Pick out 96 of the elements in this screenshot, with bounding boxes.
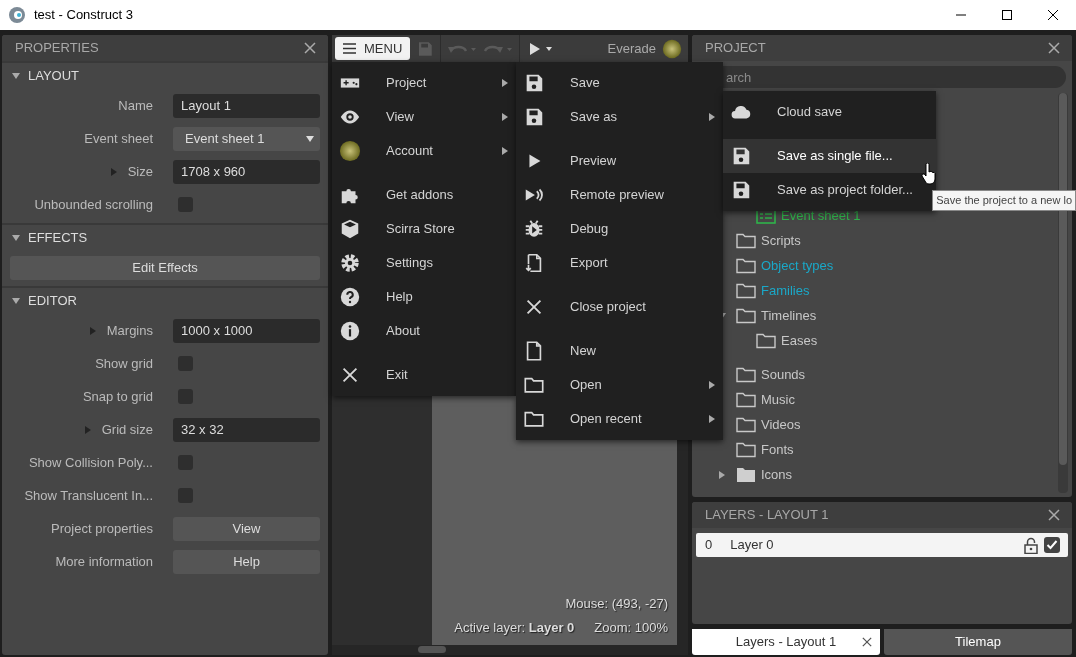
submenu-arrow-icon xyxy=(502,79,508,87)
menu-item[interactable]: Preview xyxy=(516,144,723,178)
menu-item[interactable]: Save as single file... xyxy=(723,139,936,173)
property-label: More information xyxy=(55,552,153,571)
submenu-arrow-icon xyxy=(709,381,715,389)
menu-item[interactable]: Account xyxy=(332,134,516,168)
collapse-arrow-icon[interactable] xyxy=(12,297,20,305)
menu-button[interactable]: MENU xyxy=(335,37,411,60)
dropdown[interactable]: Event sheet 1 xyxy=(173,126,320,151)
maximize-icon[interactable] xyxy=(1001,9,1013,21)
property-label: Project properties xyxy=(51,519,153,538)
checkbox[interactable] xyxy=(178,356,193,371)
submenu-arrow-icon xyxy=(709,113,715,121)
folder-icon xyxy=(736,282,756,299)
panel-title: PROPERTIES xyxy=(15,39,99,58)
collapse-arrow-icon[interactable] xyxy=(12,234,20,242)
checkbox[interactable] xyxy=(178,389,193,404)
property-label: Show grid xyxy=(95,354,153,373)
layer-name: Layer 0 xyxy=(730,536,775,555)
menu-item[interactable]: Get addons xyxy=(332,178,516,212)
bug-icon xyxy=(523,218,545,240)
mouse-position: Mouse: (493, -27) xyxy=(565,595,668,613)
tree-item[interactable]: Icons xyxy=(692,462,793,487)
property-label: Show Translucent In... xyxy=(24,486,153,505)
tab[interactable]: Layers - Layout 1 xyxy=(692,629,880,655)
submenu-arrow-icon xyxy=(502,147,508,155)
active-layer-label: Active layer: Layer 0 xyxy=(454,618,575,637)
close-icon[interactable] xyxy=(1047,9,1059,21)
property-label: Show Collision Poly... xyxy=(28,453,153,472)
expand-arrow-icon[interactable] xyxy=(718,470,726,479)
folder-icon xyxy=(736,466,756,483)
help-icon xyxy=(339,286,361,308)
checkbox[interactable] xyxy=(178,488,193,503)
folder-icon xyxy=(736,391,756,408)
section-title: EDITOR xyxy=(28,292,77,311)
edit-effects-button[interactable]: Edit Effects xyxy=(10,256,320,280)
folder-icon xyxy=(736,232,756,249)
menu-item[interactable]: Remote preview xyxy=(516,178,723,212)
folder-icon xyxy=(736,416,756,433)
avatar-icon xyxy=(339,140,361,162)
panel-title: PROJECT xyxy=(705,39,766,58)
checkbox[interactable] xyxy=(178,197,193,212)
visibility-checkbox[interactable] xyxy=(1044,537,1060,553)
menu-item[interactable]: Save as xyxy=(516,100,723,134)
submenu-arrow-icon xyxy=(709,415,715,423)
view-button[interactable]: Help xyxy=(173,549,320,574)
menu-item[interactable]: Help xyxy=(332,280,516,314)
hand-pointer-icon xyxy=(921,163,937,185)
property-label: Event sheet xyxy=(84,129,153,148)
property-label: Grid size xyxy=(101,420,153,439)
tab[interactable]: Tilemap xyxy=(884,629,1072,655)
view-button[interactable]: View xyxy=(173,516,320,541)
folder-icon xyxy=(736,307,756,324)
checkbox[interactable] xyxy=(178,455,193,470)
layer-row[interactable]: 0 Layer 0 xyxy=(696,533,1068,557)
unlock-icon[interactable] xyxy=(1024,536,1038,554)
property-label: Unbounded scrolling xyxy=(34,195,153,214)
folder-icon xyxy=(736,257,756,274)
collapse-arrow-icon[interactable] xyxy=(12,72,20,80)
property-label: Size xyxy=(127,162,153,181)
text-field[interactable]: 32 x 32 xyxy=(173,417,320,442)
settings-icon xyxy=(339,252,361,274)
panel-title: LAYERS - LAYOUT 1 xyxy=(705,506,829,525)
section-title: LAYOUT xyxy=(28,67,80,86)
app-logo-icon xyxy=(8,6,26,24)
menu-icon xyxy=(343,43,356,54)
property-label: Snap to grid xyxy=(82,387,153,406)
user-name: Everade xyxy=(607,39,656,58)
menu-item[interactable]: Cloud save xyxy=(723,95,936,129)
property-label: Margins xyxy=(106,321,153,340)
folder-icon xyxy=(756,332,776,349)
text-field[interactable]: 1000 x 1000 xyxy=(173,318,320,343)
layer-index: 0 xyxy=(705,536,713,555)
menu-item[interactable]: Settings xyxy=(332,246,516,280)
folder-icon xyxy=(736,366,756,383)
menu-item[interactable]: Project xyxy=(332,66,516,100)
submenu-arrow-icon xyxy=(502,113,508,121)
menu-item[interactable]: Exit xyxy=(332,358,516,392)
section-title: EFFECTS xyxy=(28,229,88,248)
info-icon xyxy=(339,320,361,342)
avatar-icon[interactable] xyxy=(662,38,682,59)
text-field[interactable]: 1708 x 960 xyxy=(173,159,320,184)
window-title: test - Construct 3 xyxy=(34,6,134,25)
text-field[interactable]: Layout 1 xyxy=(173,93,320,118)
folder-icon xyxy=(736,441,756,458)
scrollbar-thumb[interactable] xyxy=(418,646,446,653)
property-label: Name xyxy=(118,96,153,115)
box-icon xyxy=(339,218,361,240)
menu-item[interactable]: About xyxy=(332,314,516,348)
tree-item[interactable]: Fonts xyxy=(692,437,794,462)
menu-item[interactable]: Scirra Store xyxy=(332,212,516,246)
close-icon[interactable] xyxy=(862,637,872,647)
tooltip: Save the project to a new lo xyxy=(932,190,1076,211)
dropdown-arrow-icon xyxy=(306,135,314,142)
zoom-level: Zoom: 100% xyxy=(594,618,668,637)
menu-item[interactable]: View xyxy=(332,100,516,134)
